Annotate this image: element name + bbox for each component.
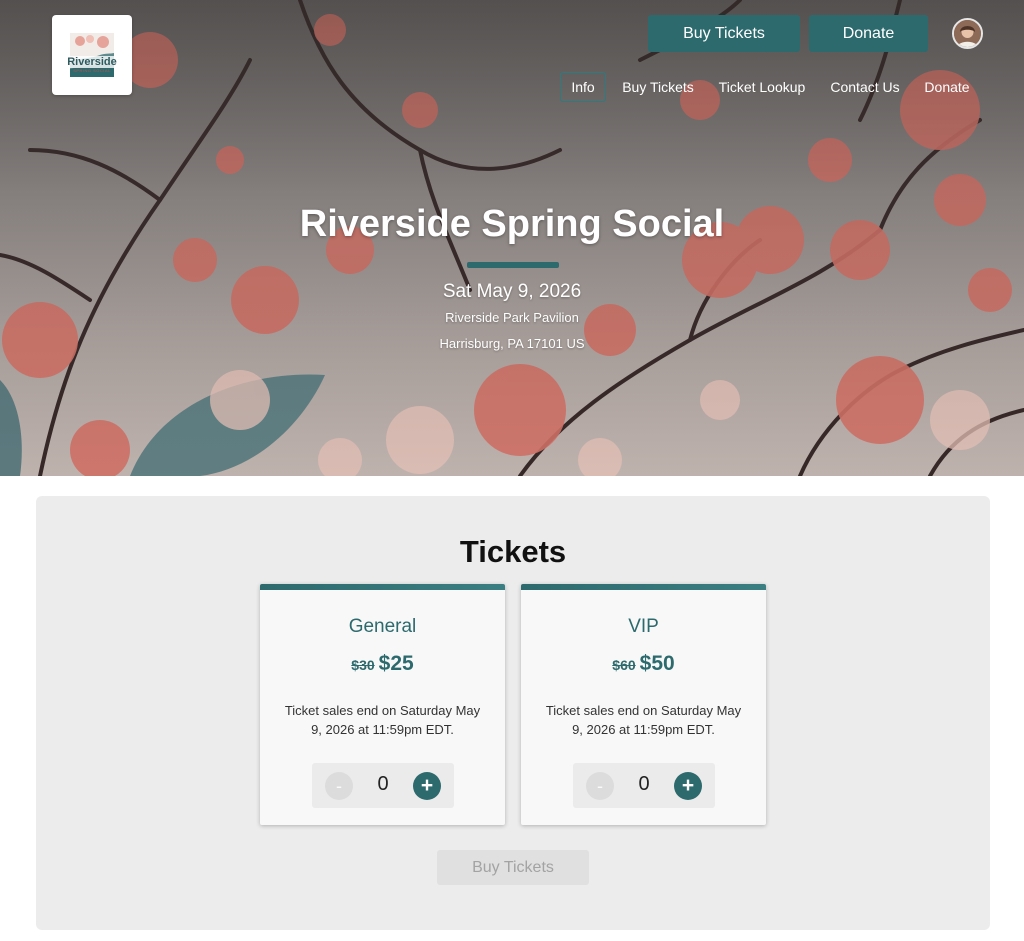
ticket-sales-end-text: Ticket sales end on Saturday May 9, 2026… <box>545 703 742 737</box>
ticket-name: VIP <box>628 616 659 637</box>
decrement-button[interactable]: - <box>586 772 614 800</box>
buy-tickets-submit-button[interactable]: Buy Tickets <box>437 850 589 885</box>
ticket-old-price: $30 <box>351 657 375 673</box>
header-buy-tickets-button[interactable]: Buy Tickets <box>648 15 800 52</box>
tickets-panel: Tickets General $30 $25 Ticket sales end … <box>36 496 990 930</box>
ticket-new-price: $50 <box>639 652 675 675</box>
title-underline <box>467 262 559 268</box>
ticket-card-general: General $30 $25 Ticket sales end on Satur… <box>260 584 505 825</box>
quantity-stepper: - 0 + <box>312 763 454 808</box>
nav-donate[interactable]: Donate <box>918 72 976 102</box>
increment-button[interactable]: + <box>413 772 441 800</box>
user-avatar-icon <box>954 20 981 47</box>
event-venue: Riverside Park Pavilion <box>445 310 579 325</box>
decrement-button[interactable]: - <box>325 772 353 800</box>
increment-button[interactable]: + <box>674 772 702 800</box>
event-address: Harrisburg, PA 17101 US <box>439 336 585 351</box>
header-donate-button[interactable]: Donate <box>809 15 928 52</box>
ticket-price: $60 $50 <box>521 652 766 676</box>
ticket-old-price: $60 <box>612 657 636 673</box>
ticket-new-price: $25 <box>378 652 414 675</box>
tickets-heading: Tickets <box>459 534 567 569</box>
site-logo[interactable]: Riverside SPRING SOCIAL <box>52 15 132 95</box>
event-date: Sat May 9, 2026 <box>442 281 582 302</box>
event-title: Riverside Spring Social <box>299 203 725 245</box>
nav-info[interactable]: Info <box>560 72 606 102</box>
ticket-card-vip: VIP $60 $50 Ticket sales end on Saturday … <box>521 584 766 825</box>
quantity-stepper: - 0 + <box>573 763 715 808</box>
quantity-value: 0 <box>377 773 389 795</box>
nav-ticket-lookup[interactable]: Ticket Lookup <box>714 72 810 102</box>
nav-buy-tickets[interactable]: Buy Tickets <box>617 72 699 102</box>
logo-text: Riverside <box>62 56 122 68</box>
ticket-name: General <box>348 616 417 637</box>
user-avatar[interactable] <box>952 18 983 49</box>
logo-subtext: SPRING SOCIAL <box>73 68 111 73</box>
nav-contact-us[interactable]: Contact Us <box>826 72 904 102</box>
hero-banner: Riverside SPRING SOCIAL Buy Tickets Dona… <box>0 0 1024 476</box>
ticket-price: $30 $25 <box>260 652 505 676</box>
quantity-value: 0 <box>638 773 650 795</box>
ticket-sales-end-text: Ticket sales end on Saturday May 9, 2026… <box>284 703 481 737</box>
